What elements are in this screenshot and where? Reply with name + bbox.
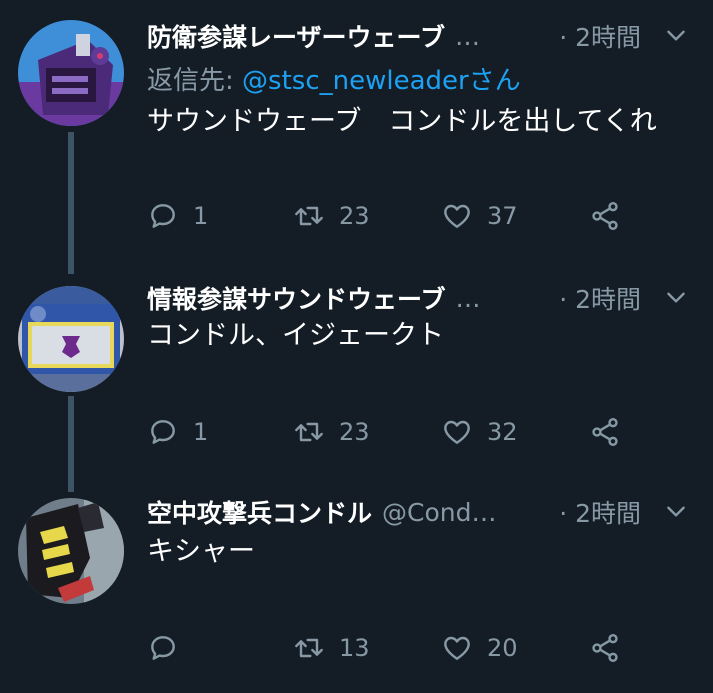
tweet-text: サウンドウェーブ コンドルを出してくれ — [147, 106, 657, 137]
like-button[interactable]: 37 — [441, 196, 518, 236]
avatar-image — [18, 20, 124, 126]
reply-icon — [151, 420, 175, 444]
like-button[interactable]: 32 — [441, 412, 518, 452]
tweet[interactable]: 防衛参謀レーザーウェーブ … · 2時間 返信先: @stsc_newleade… — [0, 0, 713, 270]
reply-button[interactable]: 1 — [147, 196, 208, 236]
reply-button[interactable] — [147, 628, 193, 668]
avatar[interactable] — [18, 286, 124, 392]
share-button[interactable] — [589, 412, 621, 452]
chevron-down-icon[interactable] — [663, 284, 689, 310]
tweet-actions: 13 20 — [147, 628, 647, 668]
retweet-icon — [295, 206, 323, 226]
tweet-actions: 1 23 37 — [147, 196, 647, 236]
retweet-icon — [295, 638, 323, 658]
display-name[interactable]: 防衛参謀レーザーウェーブ — [147, 18, 445, 54]
like-count: 37 — [487, 202, 518, 230]
share-icon — [592, 418, 618, 446]
timestamp[interactable]: · 2時間 — [559, 18, 641, 54]
share-button[interactable] — [589, 628, 621, 668]
like-count: 20 — [487, 634, 518, 662]
timestamp[interactable]: · 2時間 — [559, 494, 641, 530]
share-button[interactable] — [589, 196, 621, 236]
handle[interactable]: … — [456, 284, 481, 313]
handle[interactable]: … — [455, 22, 480, 51]
chevron-down-icon[interactable] — [663, 22, 689, 48]
like-count: 32 — [487, 418, 518, 446]
retweet-button[interactable]: 13 — [293, 628, 370, 668]
retweet-count: 23 — [339, 418, 370, 446]
reply-icon — [151, 636, 175, 660]
tweet[interactable]: 空中攻撃兵コンドル @Cond… · 2時間 キシャー 13 20 — [0, 480, 713, 693]
avatar-image — [18, 286, 124, 392]
reply-icon — [151, 204, 175, 228]
retweet-icon — [295, 422, 323, 442]
tweet-actions: 1 23 32 — [147, 412, 647, 452]
tweet-text: キシャー — [147, 536, 255, 567]
avatar-image — [18, 498, 124, 604]
display-name[interactable]: 空中攻撃兵コンドル — [147, 494, 372, 530]
retweet-count: 23 — [339, 202, 370, 230]
like-icon — [444, 204, 470, 228]
reply-button[interactable]: 1 — [147, 412, 208, 452]
tweet-text: コンドル、イジェークト — [147, 320, 444, 351]
retweet-button[interactable]: 23 — [293, 412, 370, 452]
share-icon — [592, 202, 618, 230]
chevron-down-icon[interactable] — [663, 498, 689, 524]
reply-context: 返信先: @stsc_newleaderさん — [147, 60, 521, 97]
display-name[interactable]: 情報参謀サウンドウェーブ — [147, 280, 446, 316]
timestamp[interactable]: · 2時間 — [559, 280, 641, 316]
like-button[interactable]: 20 — [441, 628, 518, 668]
retweet-button[interactable]: 23 — [293, 196, 370, 236]
reply-label: 返信先: — [147, 66, 234, 96]
like-icon — [444, 420, 470, 444]
avatar[interactable] — [18, 20, 124, 126]
handle[interactable]: @Cond… — [382, 498, 496, 527]
reply-count: 1 — [193, 202, 209, 230]
share-icon — [592, 634, 618, 662]
retweet-count: 13 — [339, 634, 370, 662]
tweet[interactable]: 情報参謀サウンドウェーブ … · 2時間 コンドル、イジェークト 1 23 32 — [0, 270, 713, 480]
reply-count: 1 — [193, 418, 209, 446]
like-icon — [444, 636, 470, 660]
avatar[interactable] — [18, 498, 124, 604]
reply-mention-link[interactable]: @stsc_newleaderさん — [242, 66, 521, 96]
